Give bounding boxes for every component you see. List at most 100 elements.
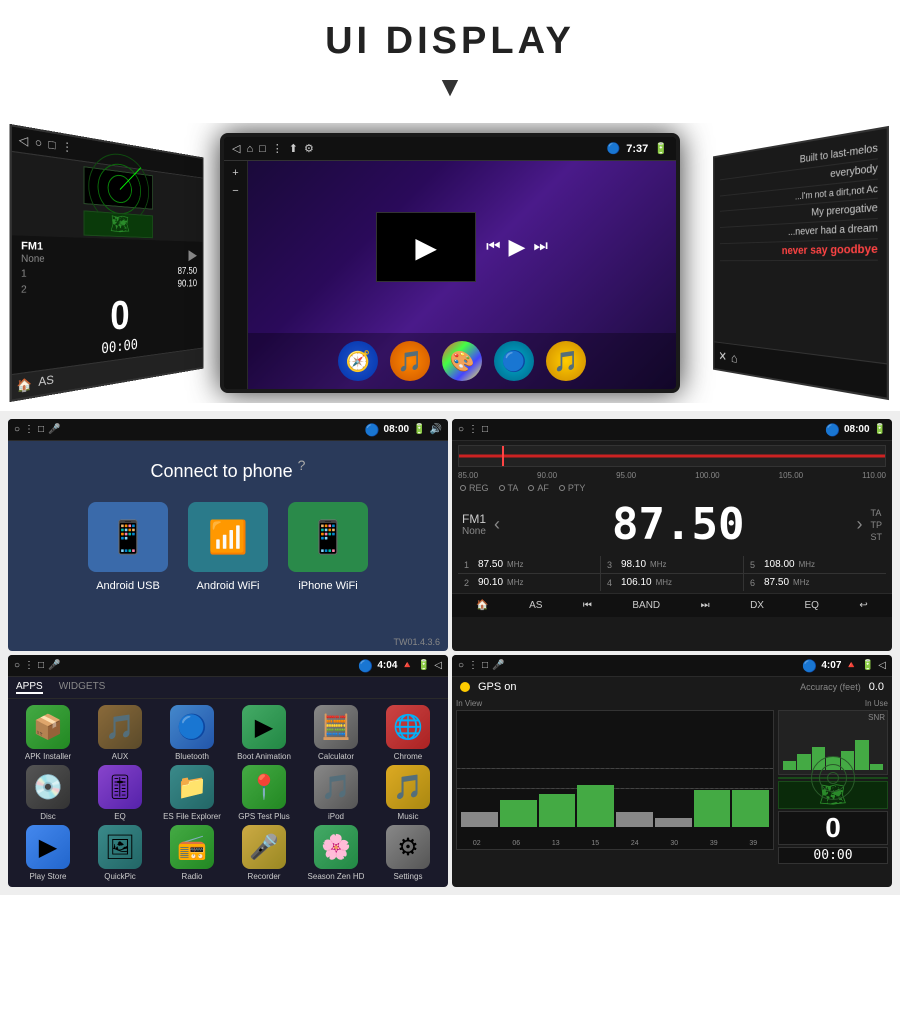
bar-1 xyxy=(461,812,498,827)
app-disc[interactable]: 💿 Disc xyxy=(14,765,82,821)
app-chrome[interactable]: 🌐 Chrome xyxy=(374,705,442,761)
connect-android-usb[interactable]: 📱 Android USB xyxy=(88,502,168,592)
apk-icon: 📦 xyxy=(26,705,70,749)
rbb-prev[interactable]: ⏮ xyxy=(577,598,598,613)
calc-icon: 🧮 xyxy=(314,705,358,749)
snr-bar-6 xyxy=(855,740,868,770)
preset-2[interactable]: 290.10MHz xyxy=(458,574,600,591)
connect-help-icon[interactable]: ? xyxy=(298,457,306,473)
tab-apps[interactable]: APPS xyxy=(16,681,43,694)
app-quickpic[interactable]: 🖼 QuickPic xyxy=(86,825,154,881)
preset-4[interactable]: 4106.10MHz xyxy=(601,574,743,591)
lp-nav-icon1: ◁ xyxy=(19,132,29,148)
panel3-status-bar: ○ ⋮ □ 🎤 🔵 4:04 🔺 🔋 ◁ xyxy=(8,655,448,677)
app-bluetooth[interactable]: 🔵 Bluetooth xyxy=(158,705,226,761)
in-use-label: In Use xyxy=(865,699,888,708)
right-panel: Built to last-melos everybody I'm not a … xyxy=(713,126,889,400)
radio-next-arrow[interactable]: › xyxy=(856,514,862,535)
home-icon[interactable]: ⌂ xyxy=(246,143,253,155)
android-usb-label: Android USB xyxy=(96,580,160,592)
radio-fm-label-group: FM1 None xyxy=(462,512,486,537)
eq-label: EQ xyxy=(114,812,126,821)
colorful-app-icon[interactable]: 🎨 xyxy=(442,341,482,381)
app-calculator[interactable]: 🧮 Calculator xyxy=(302,705,370,761)
app-es-file[interactable]: 📁 ES File Explorer xyxy=(158,765,226,821)
rbb-eq[interactable]: EQ xyxy=(798,598,824,613)
app-settings[interactable]: ⚙ Settings xyxy=(374,825,442,881)
rbb-band[interactable]: BAND xyxy=(626,598,666,613)
rbb-next[interactable]: ⏭ xyxy=(695,598,716,613)
share-icon[interactable]: ⬆ xyxy=(289,142,298,155)
radio-fm-label: FM1 xyxy=(462,512,486,526)
app-playstore[interactable]: ▶ Play Store xyxy=(14,825,82,881)
preset-3[interactable]: 398.10MHz xyxy=(601,556,743,573)
rbb-back[interactable]: ↩ xyxy=(853,598,873,613)
chart-bars xyxy=(457,749,773,829)
vol-up-icon[interactable]: + xyxy=(232,167,238,179)
preset-5[interactable]: 5108.00MHz xyxy=(744,556,886,573)
radio-opt-pty[interactable]: PTY xyxy=(559,483,586,493)
bar-4 xyxy=(577,785,614,827)
rp-home-icon[interactable]: ⌂ xyxy=(731,350,737,367)
next-btn[interactable]: ⏭ xyxy=(533,238,547,256)
rbb-as[interactable]: AS xyxy=(523,598,548,613)
gps-main-area: 02 06 13 15 24 30 39 39 SNR xyxy=(452,710,892,850)
app-music[interactable]: 🎵 Music xyxy=(374,765,442,821)
app-aux[interactable]: 🎵 AUX xyxy=(86,705,154,761)
nav-app-icon[interactable]: 🧭 xyxy=(338,341,378,381)
radio-opt-ta[interactable]: TA xyxy=(499,483,519,493)
recorder-label: Recorder xyxy=(248,872,281,881)
unit-center-content: ▶ ⏮ ▶ ⏭ 🧭 🎵 🎨 🔵 🎵 xyxy=(248,161,676,389)
tab-widgets[interactable]: WIDGETS xyxy=(59,681,106,694)
radio-prev-arrow[interactable]: ‹ xyxy=(494,514,500,535)
play-btn[interactable]: ▶ xyxy=(509,234,526,260)
app-gps-test[interactable]: 📍 GPS Test Plus xyxy=(230,765,298,821)
p4-bt-icon: 🔵 xyxy=(802,659,817,673)
connect-title: Connect to phone ? xyxy=(8,441,448,502)
bt-app-icon[interactable]: 🔵 xyxy=(494,341,534,381)
radio-big-freq: 87.50 xyxy=(508,499,848,550)
radio-opt-reg[interactable]: REG xyxy=(460,483,489,493)
app-boot-animation[interactable]: ▶ Boot Animation xyxy=(230,705,298,761)
gps-in-view-use: In View In Use xyxy=(452,697,892,710)
p3-vol-icon: 🔋 xyxy=(418,660,430,671)
p1-circle-icon: ○ xyxy=(14,424,20,435)
app-recorder[interactable]: 🎤 Recorder xyxy=(230,825,298,881)
gps-right-side: SNR 🗺 xyxy=(778,710,888,850)
p3-bt-icon: 🔵 xyxy=(358,659,373,673)
p2-circle-icon: ○ xyxy=(458,424,464,435)
gps-icon: 📍 xyxy=(242,765,286,809)
es-icon: 📁 xyxy=(170,765,214,809)
vol-down-icon[interactable]: − xyxy=(232,185,238,197)
settings-icon[interactable]: ⚙ xyxy=(304,142,314,155)
rp-shuffle-icon[interactable]: ✕ xyxy=(719,348,727,365)
rbb-home[interactable]: 🏠 xyxy=(470,598,494,613)
back-icon[interactable]: ◁ xyxy=(232,142,240,155)
app-apk-installer[interactable]: 📦 APK Installer xyxy=(14,705,82,761)
app-radio[interactable]: 📻 Radio xyxy=(158,825,226,881)
preset-1[interactable]: 187.50MHz xyxy=(458,556,600,573)
menu-icon[interactable]: ⋮ xyxy=(272,142,283,155)
radio-opt-af[interactable]: AF xyxy=(528,483,549,493)
connect-android-wifi[interactable]: 📶 Android WiFi xyxy=(188,502,268,592)
prev-btn[interactable]: ⏮ xyxy=(486,238,500,256)
p4-vol-icon: 🔋 xyxy=(862,660,874,671)
app-eq[interactable]: 🎚 EQ xyxy=(86,765,154,821)
preset-num-1: 1 xyxy=(21,268,27,279)
app-season-zen[interactable]: 🌸 Season Zen HD xyxy=(302,825,370,881)
boot-label: Boot Animation xyxy=(237,752,291,761)
app-ipod[interactable]: 🎵 iPod xyxy=(302,765,370,821)
lp-radar xyxy=(84,166,153,209)
recent-icon[interactable]: □ xyxy=(259,143,266,155)
p4-menu-icon: ⋮ xyxy=(468,660,478,671)
iphone-wifi-icon-box: 📱 xyxy=(288,502,368,572)
radio-tp: TP xyxy=(870,520,882,530)
notes-app-icon[interactable]: 🎵 xyxy=(546,341,586,381)
car-display-section: ◁ ○ □ ⋮ 🗺 FM1 None ▶ 1 xyxy=(0,123,900,403)
rbb-dx[interactable]: DX xyxy=(744,598,770,613)
preset-6[interactable]: 687.50MHz xyxy=(744,574,886,591)
music-app-icon[interactable]: 🎵 xyxy=(390,341,430,381)
lp-home-icon[interactable]: 🏠 xyxy=(16,377,31,394)
connect-iphone-wifi[interactable]: 📱 iPhone WiFi xyxy=(288,502,368,592)
lp-nav-icon4: ⋮ xyxy=(62,139,73,155)
